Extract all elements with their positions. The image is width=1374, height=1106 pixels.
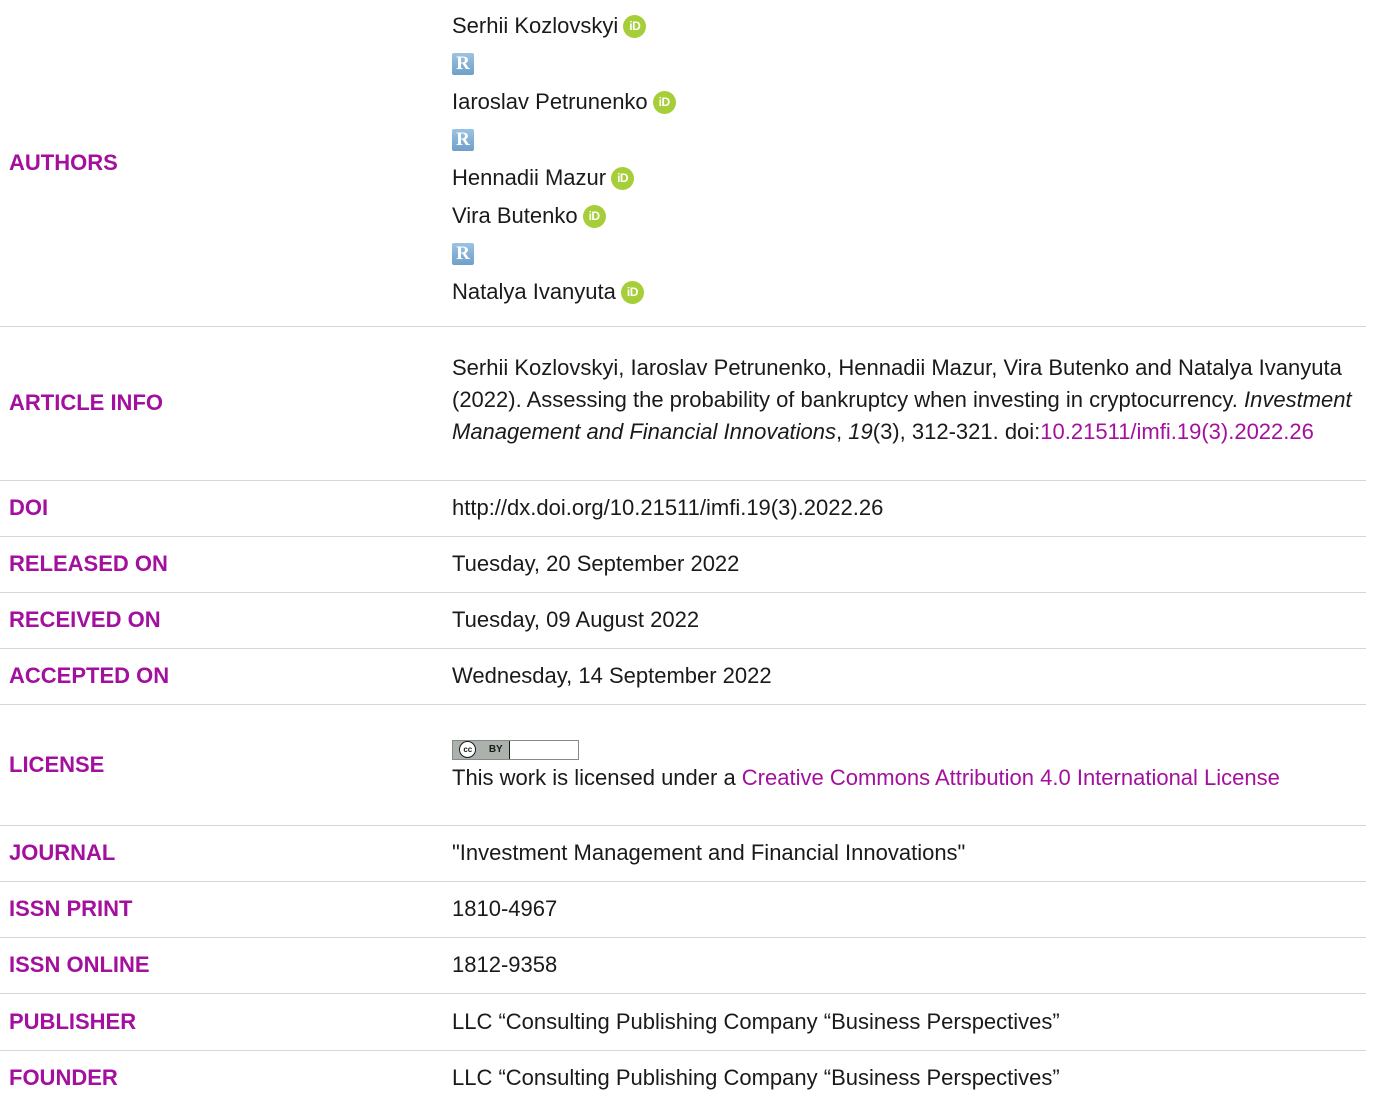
author-line: Serhii Kozlovskyi iD <box>452 7 1356 45</box>
author-name[interactable]: Serhii Kozlovskyi <box>452 10 618 42</box>
issn-print-value: 1810-4967 <box>452 896 558 921</box>
released-label: RELEASED ON <box>9 551 168 576</box>
orcid-icon[interactable]: iD <box>620 280 644 304</box>
authors-label: AUTHORS <box>9 149 118 175</box>
author-line: R <box>452 121 1356 159</box>
license-text: This work is licensed under a Creative C… <box>452 762 1356 794</box>
row-journal: JOURNAL "Investment Management and Finan… <box>0 825 1366 881</box>
author-line: Natalya Ivanyuta iD <box>452 273 1356 311</box>
citation-doi-link[interactable]: 10.21511/imfi.19(3).2022.26 <box>1040 419 1314 444</box>
doi-value: http://dx.doi.org/10.21511/imfi.19(3).20… <box>452 495 884 520</box>
row-license: LICENSE cc BY This work is licensed unde… <box>0 704 1366 825</box>
row-issn-online: ISSN ONLINE 1812-9358 <box>0 937 1366 993</box>
orcid-icon[interactable]: iD <box>623 14 647 38</box>
article-info-label: ARTICLE INFO <box>9 390 163 415</box>
doi-label: DOI <box>9 495 49 520</box>
founder-label: FOUNDER <box>9 1065 118 1091</box>
row-publisher: PUBLISHER LLC “Consulting Publishing Com… <box>0 993 1366 1050</box>
orcid-icon[interactable]: iD <box>611 166 635 190</box>
author-line: R <box>452 45 1356 83</box>
citation-issue-pages: (3), 312-321. doi: <box>872 419 1041 444</box>
publisher-value: LLC “Consulting Publishing Company “Busi… <box>452 1008 1060 1034</box>
cc-badge-right <box>509 740 578 759</box>
researcherid-icon[interactable]: R <box>452 243 474 266</box>
row-doi: DOI http://dx.doi.org/10.21511/imfi.19(3… <box>0 480 1366 536</box>
cc-by-badge-icon[interactable]: cc BY <box>452 739 579 760</box>
accepted-value: Wednesday, 14 September 2022 <box>452 663 772 688</box>
researcherid-icon[interactable]: R <box>452 53 474 76</box>
issn-online-value: 1812-9358 <box>452 952 558 977</box>
journal-value: "Investment Management and Financial Inn… <box>452 840 966 865</box>
author-line: Iaroslav Petrunenko iD <box>452 83 1356 121</box>
received-value: Tuesday, 09 August 2022 <box>452 607 700 632</box>
cc-badge-left: cc BY <box>453 740 509 759</box>
issn-online-label: ISSN ONLINE <box>9 952 150 977</box>
released-value: Tuesday, 20 September 2022 <box>452 551 740 576</box>
author-line: Hennadii Mazur iD <box>452 159 1356 197</box>
row-authors: AUTHORS Serhii Kozlovskyi iD R Iaroslav … <box>0 0 1366 326</box>
row-issn-print: ISSN PRINT 1810-4967 <box>0 881 1366 937</box>
author-name[interactable]: Natalya Ivanyuta <box>452 276 616 308</box>
citation-text: Serhii Kozlovskyi, Iaroslav Petrunenko, … <box>452 355 1342 412</box>
license-link[interactable]: Creative Commons Attribution 4.0 Interna… <box>742 765 1280 790</box>
publisher-label: PUBLISHER <box>9 1008 137 1034</box>
row-received-on: RECEIVED ON Tuesday, 09 August 2022 <box>0 592 1366 648</box>
orcid-icon[interactable]: iD <box>652 90 676 114</box>
cc-circle-icon: cc <box>459 741 477 758</box>
author-name[interactable]: Hennadii Mazur <box>452 162 606 194</box>
author-line: R <box>452 235 1356 273</box>
row-article-info: ARTICLE INFO Serhii Kozlovskyi, Iaroslav… <box>0 326 1366 480</box>
author-name[interactable]: Iaroslav Petrunenko <box>452 86 648 118</box>
license-label: LICENSE <box>9 751 105 777</box>
author-name[interactable]: Vira Butenko <box>452 200 578 232</box>
authors-value: Serhii Kozlovskyi iD R Iaroslav Petrunen… <box>451 0 1366 326</box>
received-label: RECEIVED ON <box>9 607 161 632</box>
issn-print-label: ISSN PRINT <box>9 896 133 921</box>
accepted-label: ACCEPTED ON <box>9 663 170 688</box>
license-text-prefix: This work is licensed under a <box>452 764 742 790</box>
citation-volume: 19 <box>848 419 873 444</box>
row-founder: FOUNDER LLC “Consulting Publishing Compa… <box>0 1050 1366 1106</box>
citation-separator: , <box>836 419 849 444</box>
founder-value: LLC “Consulting Publishing Company “Busi… <box>452 1065 1060 1091</box>
journal-label: JOURNAL <box>9 840 116 865</box>
row-accepted-on: ACCEPTED ON Wednesday, 14 September 2022 <box>0 648 1366 704</box>
author-line: Vira Butenko iD <box>452 197 1356 235</box>
row-released-on: RELEASED ON Tuesday, 20 September 2022 <box>0 536 1366 592</box>
license-value: cc BY This work is licensed under a Crea… <box>451 704 1366 825</box>
researcherid-icon[interactable]: R <box>452 129 474 152</box>
cc-by-text: BY <box>488 743 503 755</box>
orcid-icon[interactable]: iD <box>582 204 606 228</box>
article-info-value: Serhii Kozlovskyi, Iaroslav Petrunenko, … <box>451 326 1366 480</box>
article-metadata-table: AUTHORS Serhii Kozlovskyi iD R Iaroslav … <box>0 0 1366 1106</box>
